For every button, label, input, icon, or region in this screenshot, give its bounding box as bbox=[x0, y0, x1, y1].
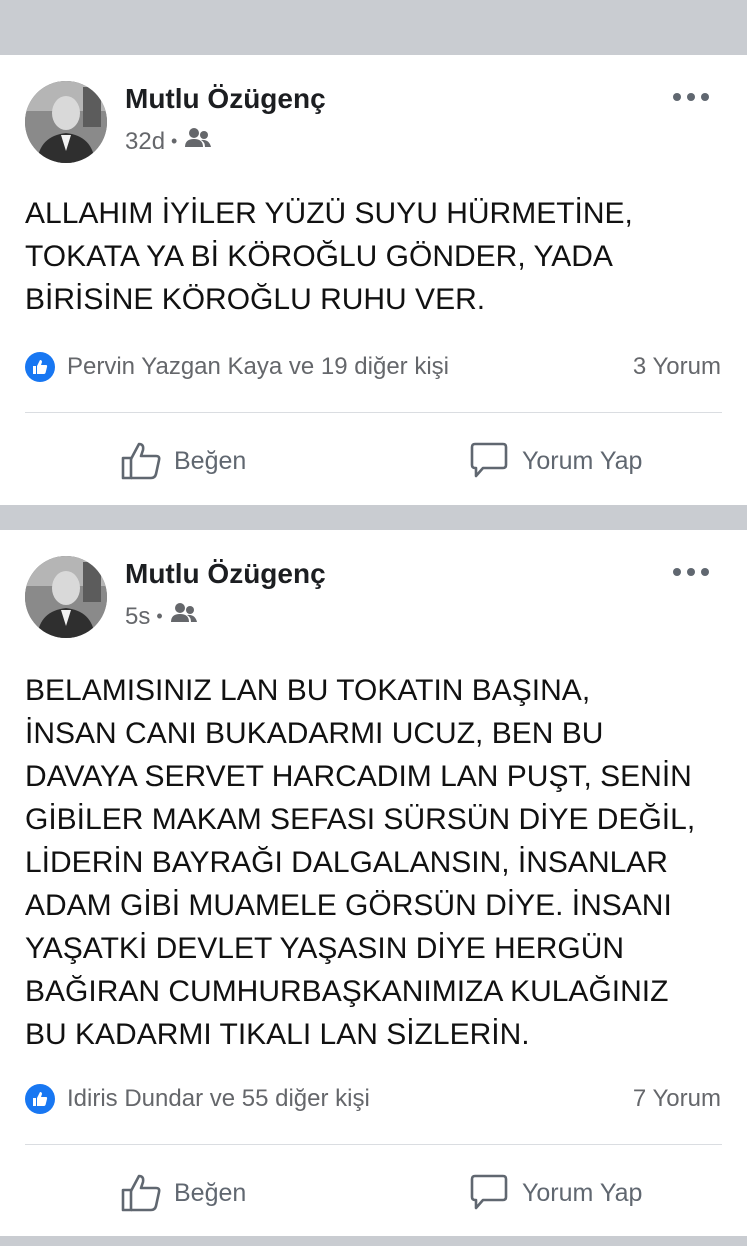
post-actions: Beğen Yorum Yap bbox=[0, 431, 747, 491]
comment-button[interactable]: Yorum Yap bbox=[468, 1163, 642, 1223]
friends-icon bbox=[170, 602, 197, 631]
post-text: ALLAHIM İYİLER YÜZÜ SUYU HÜRMETİNE, TOKA… bbox=[25, 197, 633, 316]
friends-icon bbox=[185, 127, 212, 156]
comment-label: Yorum Yap bbox=[522, 1178, 643, 1207]
avatar[interactable] bbox=[25, 556, 107, 638]
post-text: BELAMISINIZ LAN BU TOKATIN BAŞINA, İNSAN… bbox=[25, 674, 696, 1051]
post-actions: Beğen Yorum Yap bbox=[0, 1163, 747, 1223]
like-reaction-icon bbox=[25, 352, 55, 382]
like-reaction-icon bbox=[25, 1084, 55, 1114]
like-button[interactable]: Beğen bbox=[120, 431, 246, 491]
divider bbox=[25, 1144, 722, 1145]
avatar[interactable] bbox=[25, 81, 107, 163]
post-time[interactable]: 5s bbox=[125, 603, 150, 631]
divider bbox=[25, 412, 722, 413]
post-meta: 32d • bbox=[125, 127, 212, 156]
reactions-count[interactable]: Idiris Dundar ve 55 diğer kişi bbox=[67, 1085, 370, 1113]
more-options-icon[interactable] bbox=[673, 566, 709, 578]
post-card: Mutlu Özügenç 32d • ALLAHIM İYİLER YÜZÜ … bbox=[0, 55, 747, 505]
more-options-icon[interactable] bbox=[673, 91, 709, 103]
post-header: Mutlu Özügenç 5s • bbox=[0, 530, 747, 650]
news-feed: Mutlu Özügenç 32d • ALLAHIM İYİLER YÜZÜ … bbox=[0, 0, 747, 1246]
like-button[interactable]: Beğen bbox=[120, 1163, 246, 1223]
reactions-bar: Idiris Dundar ve 55 diğer kişi 7 Yorum bbox=[25, 1083, 721, 1115]
thumbs-up-icon bbox=[121, 1174, 161, 1212]
meta-separator: • bbox=[156, 606, 163, 626]
comment-button[interactable]: Yorum Yap bbox=[468, 431, 642, 491]
meta-separator: • bbox=[171, 131, 178, 151]
comments-count[interactable]: 3 Yorum bbox=[633, 353, 721, 381]
comment-label: Yorum Yap bbox=[522, 446, 643, 475]
reactions-bar: Pervin Yazgan Kaya ve 19 diğer kişi 3 Yo… bbox=[25, 351, 721, 383]
comments-count[interactable]: 7 Yorum bbox=[633, 1085, 721, 1113]
post-meta: 5s • bbox=[125, 602, 197, 631]
author-name[interactable]: Mutlu Özügenç bbox=[125, 558, 326, 590]
post-time[interactable]: 32d bbox=[125, 128, 165, 156]
author-name[interactable]: Mutlu Özügenç bbox=[125, 83, 326, 115]
post-card: Mutlu Özügenç 5s • BELAMISINIZ LAN BU TO… bbox=[0, 530, 747, 1236]
comment-icon bbox=[470, 1174, 508, 1210]
like-label: Beğen bbox=[174, 446, 247, 475]
like-label: Beğen bbox=[174, 1178, 247, 1207]
reactions-count[interactable]: Pervin Yazgan Kaya ve 19 diğer kişi bbox=[67, 353, 449, 381]
post-header: Mutlu Özügenç 32d • bbox=[0, 55, 747, 175]
comment-icon bbox=[470, 442, 508, 478]
thumbs-up-icon bbox=[121, 442, 161, 480]
